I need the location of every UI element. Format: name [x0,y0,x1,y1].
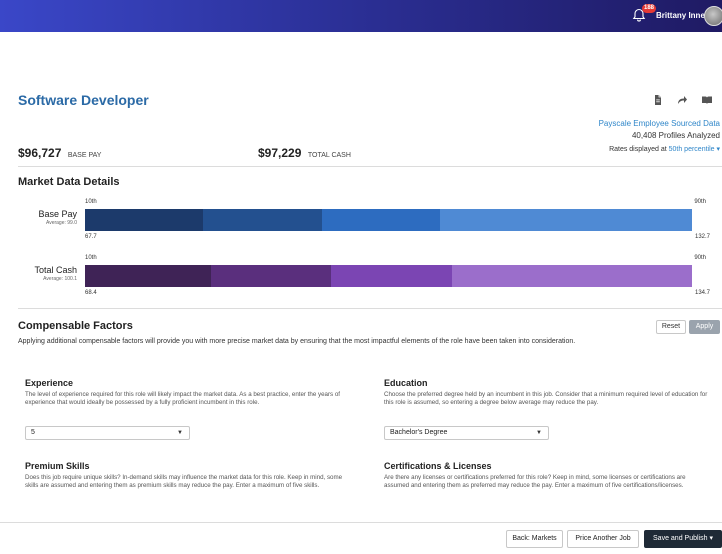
notification-badge: 188 [642,4,657,13]
certifications-description: Are there any licenses or certifications… [384,474,686,489]
total-cash-label: TOTAL CASH [307,152,351,159]
reset-button[interactable]: Reset [656,320,686,334]
total-cash-high-percentile: 90th [694,255,706,261]
profiles-analyzed: 40,408 Profiles Analyzed [631,131,720,140]
base-pay-average: Average: 99.0 [45,220,77,226]
market-data-title: Market Data Details [18,176,120,188]
total-cash-min-value: 68.4 [85,290,97,296]
base-pay-range-bar [85,209,692,231]
base-pay-low-percentile: 10th [85,199,97,205]
total-cash-segment-3 [331,265,452,287]
total-cash-average: Average: 100.1 [43,276,77,282]
base-pay-amount: $96,727 [18,146,62,160]
divider [18,166,722,167]
base-pay-summary: $96,727 BASE PAY [18,144,101,162]
percentile-dropdown[interactable]: 50th percentile [669,146,715,153]
total-cash-low-percentile: 10th [85,255,97,261]
base-pay-bar-label: Base Pay [38,209,77,219]
education-value: Bachelor's Degree [390,429,448,436]
compensable-factors-description: Applying additional compensable factors … [18,338,576,345]
base-pay-segment-4 [440,209,692,231]
education-description: Choose the preferred degree held by an i… [384,391,708,406]
experience-title: Experience [25,378,74,388]
base-pay-segment-3 [321,209,441,231]
chevron-down-icon[interactable]: ▾ [716,146,720,153]
save-and-publish-button[interactable]: Save and Publish ▾ [644,530,722,548]
source-link[interactable]: Payscale Employee Sourced Data [599,119,720,128]
experience-select[interactable]: 5 ▼ [25,426,190,440]
base-pay-segment-2 [203,209,322,231]
chevron-down-icon: ▼ [177,430,183,436]
base-pay-segment-1 [85,209,204,231]
education-title: Education [384,378,428,388]
compensable-factors-title: Compensable Factors [18,320,133,332]
chevron-down-icon: ▼ [536,430,542,436]
experience-description: The level of experience required for thi… [25,391,341,406]
document-icon[interactable] [652,94,664,106]
certifications-title: Certifications & Licenses [384,461,492,471]
total-cash-max-value: 134.7 [694,290,710,296]
user-avatar[interactable] [704,6,722,26]
price-another-job-button[interactable]: Price Another Job [567,530,639,548]
book-icon[interactable] [701,94,713,106]
total-cash-summary: $97,229 TOTAL CASH [258,144,351,162]
back-markets-button[interactable]: Back: Markets [506,530,563,548]
total-cash-segment-4 [451,265,692,287]
total-cash-segment-2 [211,265,332,287]
top-bar: 188 Brittany Innes [0,0,722,32]
page-title: Software Developer [18,92,149,108]
experience-value: 5 [31,429,35,436]
base-pay-label: BASE PAY [67,152,102,159]
rates-label: Rates displayed at [609,146,667,153]
apply-button[interactable]: Apply [689,320,720,334]
base-pay-min-value: 67.7 [85,234,97,240]
chevron-down-icon: ▾ [709,535,713,542]
rates-display-row: Rates displayed at 50th percentile ▾ [609,145,720,153]
base-pay-max-value: 132.7 [694,234,710,240]
footer-divider [0,522,722,523]
premium-skills-description: Does this job require unique skills? In-… [25,474,343,489]
premium-skills-title: Premium Skills [25,461,90,471]
share-icon[interactable] [676,94,688,106]
user-name[interactable]: Brittany Innes [656,11,709,20]
total-cash-bar-label: Total Cash [34,265,77,275]
save-and-publish-label: Save and Publish [653,535,708,542]
total-cash-segment-1 [85,265,212,287]
total-cash-amount: $97,229 [258,146,302,160]
base-pay-high-percentile: 90th [694,199,706,205]
education-select[interactable]: Bachelor's Degree ▼ [384,426,549,440]
divider [18,308,722,309]
total-cash-range-bar [85,265,692,287]
